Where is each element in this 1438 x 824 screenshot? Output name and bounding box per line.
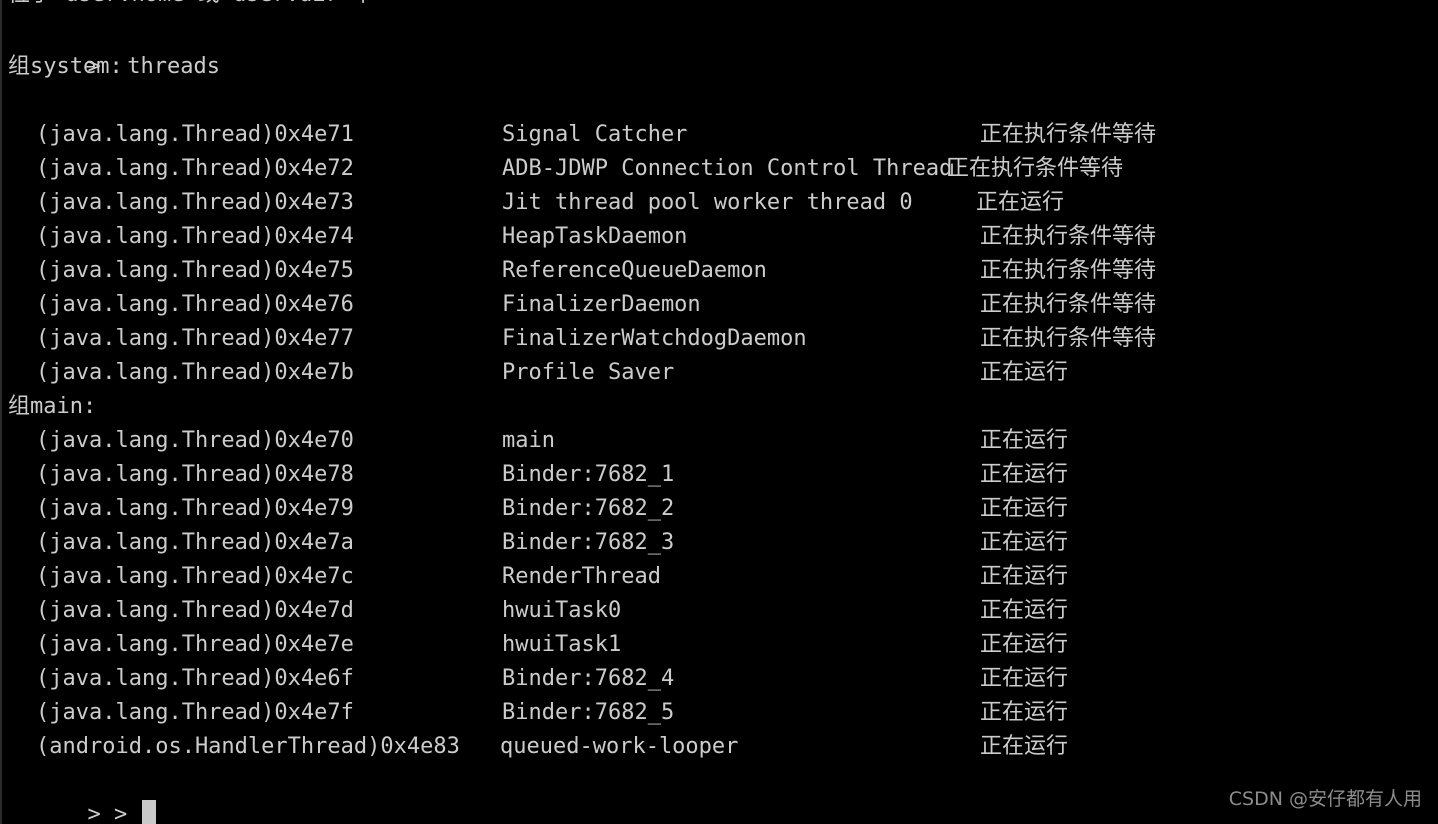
thread-name: FinalizerWatchdogDaemon: [502, 326, 807, 351]
thread-state: 正在运行: [976, 190, 1065, 215]
thread-id: (android.os.HandlerThread)0x4e83: [36, 734, 460, 759]
thread-id: (java.lang.Thread)0x4e77: [36, 326, 354, 351]
thread-name: Signal Catcher: [502, 122, 688, 147]
thread-row: (java.lang.Thread)0x4e7f Binder:7682_5 正在运…: [2, 696, 1438, 730]
thread-name: hwuiTask1: [502, 632, 622, 657]
prompt-symbol: > >: [87, 802, 141, 824]
thread-state: 正在运行: [980, 496, 1069, 521]
thread-id: (java.lang.Thread)0x4e6f: [36, 666, 354, 691]
thread-state: 正在运行: [980, 734, 1069, 759]
thread-row: (java.lang.Thread)0x4e74 HeapTaskDaemon 正在…: [2, 220, 1438, 254]
thread-row: (java.lang.Thread)0x4e7c RenderThread 正在运行: [2, 560, 1438, 594]
thread-name: ReferenceQueueDaemon: [502, 258, 767, 283]
csdn-watermark: CSDN @安仔都有人用: [1228, 788, 1422, 810]
thread-row: (java.lang.Thread)0x4e70 main 正在运行: [2, 424, 1438, 458]
thread-group-header: 组system:: [8, 54, 123, 79]
thread-name: Binder:7682_5: [502, 700, 675, 725]
thread-group-header: 组main:: [8, 394, 97, 419]
thread-state: 正在执行条件等待: [980, 258, 1157, 283]
terminal-window[interactable]: 位于 user.home 或 user.dir 中 > threads 组sys…: [0, 0, 1438, 824]
thread-state: 正在运行: [980, 598, 1069, 623]
thread-id: (java.lang.Thread)0x4e71: [36, 122, 354, 147]
thread-state: 正在运行: [980, 462, 1069, 487]
thread-id: (java.lang.Thread)0x4e70: [36, 428, 354, 453]
thread-state: 正在执行条件等待: [980, 122, 1157, 147]
thread-id: (java.lang.Thread)0x4e74: [36, 224, 354, 249]
thread-id: (java.lang.Thread)0x4e7f: [36, 700, 354, 725]
thread-name: Jit thread pool worker thread 0: [502, 190, 913, 215]
thread-name: Binder:7682_1: [502, 462, 675, 487]
thread-row: (java.lang.Thread)0x4e7d hwuiTask0 正在运行: [2, 594, 1438, 628]
thread-name: RenderThread: [502, 564, 661, 589]
thread-name: main: [502, 428, 555, 453]
thread-id: (java.lang.Thread)0x4e7b: [36, 360, 354, 385]
thread-name: queued-work-looper: [500, 734, 739, 759]
thread-state: 正在运行: [980, 564, 1069, 589]
thread-name: Binder:7682_4: [502, 666, 675, 691]
thread-id: (java.lang.Thread)0x4e79: [36, 496, 354, 521]
thread-id: (java.lang.Thread)0x4e76: [36, 292, 354, 317]
thread-state: 正在运行: [980, 360, 1069, 385]
thread-state: 正在执行条件等待: [980, 224, 1157, 249]
thread-row: (java.lang.Thread)0x4e71 Signal Catcher 正在…: [2, 118, 1438, 152]
scrolled-off-text: 位于 user.home 或 user.dir 中: [8, 0, 374, 12]
thread-state: 正在运行: [980, 530, 1069, 555]
thread-row: (java.lang.Thread)0x4e79 Binder:7682_2 正在运…: [2, 492, 1438, 526]
thread-state: 正在执行条件等待: [980, 326, 1157, 351]
thread-row: (java.lang.Thread)0x4e78 Binder:7682_1 正在运…: [2, 458, 1438, 492]
thread-row: (java.lang.Thread)0x4e7a Binder:7682_3 正在运…: [2, 526, 1438, 560]
thread-name: Binder:7682_3: [502, 530, 675, 555]
thread-name: FinalizerDaemon: [502, 292, 701, 317]
thread-row: (java.lang.Thread)0x4e7b Profile Saver 正在运…: [2, 356, 1438, 390]
thread-id: (java.lang.Thread)0x4e75: [36, 258, 354, 283]
thread-id: (java.lang.Thread)0x4e7a: [36, 530, 354, 555]
thread-name: HeapTaskDaemon: [502, 224, 688, 249]
thread-name: Binder:7682_2: [502, 496, 675, 521]
thread-row: (java.lang.Thread)0x4e76 FinalizerDaemon 正…: [2, 288, 1438, 322]
thread-state: 正在运行: [980, 700, 1069, 725]
thread-row: (java.lang.Thread)0x4e72 ADB-JDWP Connect…: [2, 152, 1438, 186]
terminal-output: > threads 组system: (java.lang.Thread)0x4e…: [2, 16, 1438, 824]
thread-row: (java.lang.Thread)0x4e73 Jit thread pool …: [2, 186, 1438, 220]
thread-row: (java.lang.Thread)0x4e77 FinalizerWatchdo…: [2, 322, 1438, 356]
thread-row: (java.lang.Thread)0x4e75 ReferenceQueueDa…: [2, 254, 1438, 288]
thread-id: (java.lang.Thread)0x4e78: [36, 462, 354, 487]
thread-id: (java.lang.Thread)0x4e7e: [36, 632, 354, 657]
thread-row: (java.lang.Thread)0x4e7e hwuiTask1 正在运行: [2, 628, 1438, 662]
thread-state: 正在执行条件等待: [947, 156, 1124, 181]
thread-row: (android.os.HandlerThread)0x4e83 queued-w…: [2, 730, 1438, 764]
thread-state: 正在运行: [980, 666, 1069, 691]
text-cursor: [142, 800, 157, 824]
thread-name: hwuiTask0: [502, 598, 622, 623]
thread-state: 正在执行条件等待: [980, 292, 1157, 317]
thread-name: ADB-JDWP Connection Control Thread: [502, 156, 953, 181]
prompt-line[interactable]: > >: [2, 764, 1438, 824]
thread-state: 正在运行: [980, 632, 1069, 657]
thread-id: (java.lang.Thread)0x4e7d: [36, 598, 354, 623]
command-line: > threads: [2, 16, 1438, 79]
thread-name: Profile Saver: [502, 360, 675, 385]
thread-groups: 组system: (java.lang.Thread)0x4e71 Signal C…: [2, 50, 1438, 764]
thread-state: 正在运行: [980, 428, 1069, 453]
thread-id: (java.lang.Thread)0x4e7c: [36, 564, 354, 589]
thread-id: (java.lang.Thread)0x4e72: [36, 156, 354, 181]
thread-row: (java.lang.Thread)0x4e6f Binder:7682_4 正在运…: [2, 662, 1438, 696]
thread-id: (java.lang.Thread)0x4e73: [36, 190, 354, 215]
